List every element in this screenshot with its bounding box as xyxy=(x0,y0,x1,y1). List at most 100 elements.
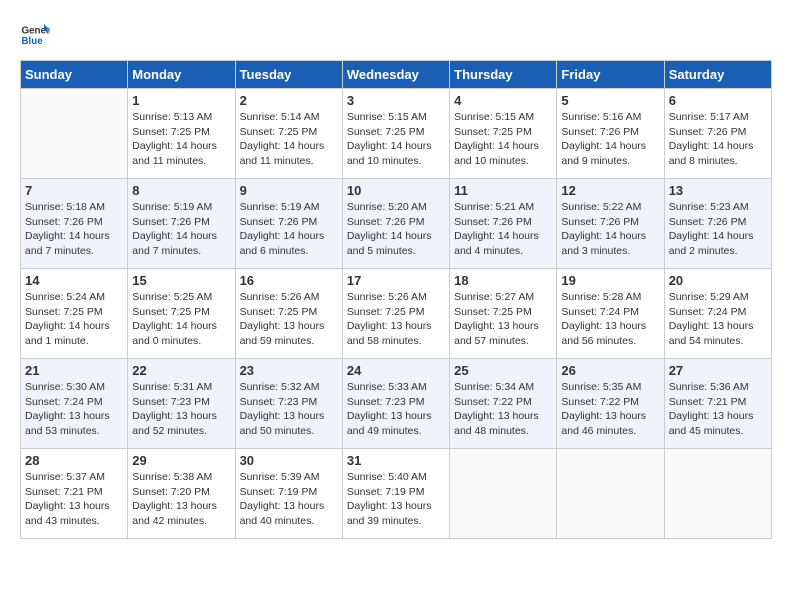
day-number: 2 xyxy=(240,93,338,108)
day-info: Sunrise: 5:28 AM Sunset: 7:24 PM Dayligh… xyxy=(561,290,659,349)
calendar-day-cell: 3 Sunrise: 5:15 AM Sunset: 7:25 PM Daylig… xyxy=(342,89,449,179)
calendar-day-cell: 30 Sunrise: 5:39 AM Sunset: 7:19 PM Dayli… xyxy=(235,449,342,539)
calendar-day-cell: 27Sunrise: 5:36 AM Sunset: 7:21 PM Dayli… xyxy=(664,359,771,449)
calendar-day-cell: 12 Sunrise: 5:22 AM Sunset: 7:26 PM Dayli… xyxy=(557,179,664,269)
calendar-day-cell: 24 Sunrise: 5:33 AM Sunset: 7:23 PM Dayli… xyxy=(342,359,449,449)
day-info: Sunrise: 5:15 AM Sunset: 7:25 PM Dayligh… xyxy=(454,110,552,169)
calendar-day-cell: 25Sunrise: 5:34 AM Sunset: 7:22 PM Dayli… xyxy=(450,359,557,449)
day-info: Sunrise: 5:29 AM Sunset: 7:24 PM Dayligh… xyxy=(669,290,767,349)
calendar-week-row: 1 Sunrise: 5:13 AM Sunset: 7:25 PM Daylig… xyxy=(21,89,772,179)
day-number: 8 xyxy=(132,183,230,198)
day-info: Sunrise: 5:19 AM Sunset: 7:26 PM Dayligh… xyxy=(240,200,338,259)
calendar-day-cell: 11Sunrise: 5:21 AM Sunset: 7:26 PM Dayli… xyxy=(450,179,557,269)
day-number: 29 xyxy=(132,453,230,468)
calendar-day-cell: 23 Sunrise: 5:32 AM Sunset: 7:23 PM Dayli… xyxy=(235,359,342,449)
day-info: Sunrise: 5:16 AM Sunset: 7:26 PM Dayligh… xyxy=(561,110,659,169)
day-number: 16 xyxy=(240,273,338,288)
calendar-day-cell: 10 Sunrise: 5:20 AM Sunset: 7:26 PM Dayli… xyxy=(342,179,449,269)
day-number: 24 xyxy=(347,363,445,378)
day-number: 23 xyxy=(240,363,338,378)
day-info: Sunrise: 5:26 AM Sunset: 7:25 PM Dayligh… xyxy=(240,290,338,349)
day-number: 6 xyxy=(669,93,767,108)
day-number: 17 xyxy=(347,273,445,288)
day-info: Sunrise: 5:22 AM Sunset: 7:26 PM Dayligh… xyxy=(561,200,659,259)
calendar-day-cell: 1 Sunrise: 5:13 AM Sunset: 7:25 PM Daylig… xyxy=(128,89,235,179)
calendar-day-cell: 22 Sunrise: 5:31 AM Sunset: 7:23 PM Dayli… xyxy=(128,359,235,449)
weekday-header-wednesday: Wednesday xyxy=(342,61,449,89)
day-info: Sunrise: 5:39 AM Sunset: 7:19 PM Dayligh… xyxy=(240,470,338,529)
day-number: 12 xyxy=(561,183,659,198)
weekday-header-sunday: Sunday xyxy=(21,61,128,89)
calendar-day-cell: 13 Sunrise: 5:23 AM Sunset: 7:26 PM Dayli… xyxy=(664,179,771,269)
calendar-day-cell: 2 Sunrise: 5:14 AM Sunset: 7:25 PM Daylig… xyxy=(235,89,342,179)
day-info: Sunrise: 5:20 AM Sunset: 7:26 PM Dayligh… xyxy=(347,200,445,259)
calendar-day-cell: 15 Sunrise: 5:25 AM Sunset: 7:25 PM Dayli… xyxy=(128,269,235,359)
day-number: 13 xyxy=(669,183,767,198)
day-info: Sunrise: 5:17 AM Sunset: 7:26 PM Dayligh… xyxy=(669,110,767,169)
calendar-day-cell: 4 Sunrise: 5:15 AM Sunset: 7:25 PM Daylig… xyxy=(450,89,557,179)
day-number: 3 xyxy=(347,93,445,108)
weekday-header-friday: Friday xyxy=(557,61,664,89)
day-info: Sunrise: 5:35 AM Sunset: 7:22 PM Dayligh… xyxy=(561,380,659,439)
calendar-table: SundayMondayTuesdayWednesdayThursdayFrid… xyxy=(20,60,772,539)
logo: General Blue xyxy=(20,20,54,50)
calendar-day-cell: 18 Sunrise: 5:27 AM Sunset: 7:25 PM Dayli… xyxy=(450,269,557,359)
day-info: Sunrise: 5:14 AM Sunset: 7:25 PM Dayligh… xyxy=(240,110,338,169)
calendar-day-cell: 21Sunrise: 5:30 AM Sunset: 7:24 PM Dayli… xyxy=(21,359,128,449)
day-number: 31 xyxy=(347,453,445,468)
day-info: Sunrise: 5:27 AM Sunset: 7:25 PM Dayligh… xyxy=(454,290,552,349)
weekday-header-saturday: Saturday xyxy=(664,61,771,89)
calendar-day-cell: 19Sunrise: 5:28 AM Sunset: 7:24 PM Dayli… xyxy=(557,269,664,359)
weekday-header-thursday: Thursday xyxy=(450,61,557,89)
day-number: 9 xyxy=(240,183,338,198)
calendar-day-cell xyxy=(450,449,557,539)
calendar-day-cell: 20 Sunrise: 5:29 AM Sunset: 7:24 PM Dayli… xyxy=(664,269,771,359)
calendar-week-row: 14Sunrise: 5:24 AM Sunset: 7:25 PM Dayli… xyxy=(21,269,772,359)
day-number: 30 xyxy=(240,453,338,468)
day-number: 20 xyxy=(669,273,767,288)
calendar-day-cell: 16 Sunrise: 5:26 AM Sunset: 7:25 PM Dayli… xyxy=(235,269,342,359)
calendar-day-cell: 28Sunrise: 5:37 AM Sunset: 7:21 PM Dayli… xyxy=(21,449,128,539)
weekday-header-monday: Monday xyxy=(128,61,235,89)
day-number: 5 xyxy=(561,93,659,108)
page-header: General Blue xyxy=(20,20,772,50)
day-number: 27 xyxy=(669,363,767,378)
day-number: 1 xyxy=(132,93,230,108)
calendar-day-cell xyxy=(557,449,664,539)
calendar-day-cell: 8 Sunrise: 5:19 AM Sunset: 7:26 PM Daylig… xyxy=(128,179,235,269)
day-number: 25 xyxy=(454,363,552,378)
calendar-day-cell: 5 Sunrise: 5:16 AM Sunset: 7:26 PM Daylig… xyxy=(557,89,664,179)
day-info: Sunrise: 5:40 AM Sunset: 7:19 PM Dayligh… xyxy=(347,470,445,529)
calendar-week-row: 21Sunrise: 5:30 AM Sunset: 7:24 PM Dayli… xyxy=(21,359,772,449)
day-number: 14 xyxy=(25,273,123,288)
calendar-day-cell: 29 Sunrise: 5:38 AM Sunset: 7:20 PM Dayli… xyxy=(128,449,235,539)
logo-icon: General Blue xyxy=(20,20,50,50)
day-info: Sunrise: 5:38 AM Sunset: 7:20 PM Dayligh… xyxy=(132,470,230,529)
weekday-header-tuesday: Tuesday xyxy=(235,61,342,89)
calendar-day-cell: 26Sunrise: 5:35 AM Sunset: 7:22 PM Dayli… xyxy=(557,359,664,449)
day-info: Sunrise: 5:13 AM Sunset: 7:25 PM Dayligh… xyxy=(132,110,230,169)
calendar-week-row: 28Sunrise: 5:37 AM Sunset: 7:21 PM Dayli… xyxy=(21,449,772,539)
day-info: Sunrise: 5:18 AM Sunset: 7:26 PM Dayligh… xyxy=(25,200,123,259)
day-number: 18 xyxy=(454,273,552,288)
day-number: 22 xyxy=(132,363,230,378)
day-number: 7 xyxy=(25,183,123,198)
weekday-header-row: SundayMondayTuesdayWednesdayThursdayFrid… xyxy=(21,61,772,89)
day-number: 11 xyxy=(454,183,552,198)
day-info: Sunrise: 5:25 AM Sunset: 7:25 PM Dayligh… xyxy=(132,290,230,349)
day-info: Sunrise: 5:23 AM Sunset: 7:26 PM Dayligh… xyxy=(669,200,767,259)
day-info: Sunrise: 5:19 AM Sunset: 7:26 PM Dayligh… xyxy=(132,200,230,259)
day-number: 10 xyxy=(347,183,445,198)
svg-text:Blue: Blue xyxy=(22,36,44,47)
day-info: Sunrise: 5:31 AM Sunset: 7:23 PM Dayligh… xyxy=(132,380,230,439)
calendar-day-cell: 7 Sunrise: 5:18 AM Sunset: 7:26 PM Daylig… xyxy=(21,179,128,269)
calendar-day-cell xyxy=(664,449,771,539)
calendar-day-cell: 17Sunrise: 5:26 AM Sunset: 7:25 PM Dayli… xyxy=(342,269,449,359)
day-number: 21 xyxy=(25,363,123,378)
day-number: 4 xyxy=(454,93,552,108)
day-info: Sunrise: 5:33 AM Sunset: 7:23 PM Dayligh… xyxy=(347,380,445,439)
day-info: Sunrise: 5:32 AM Sunset: 7:23 PM Dayligh… xyxy=(240,380,338,439)
day-number: 15 xyxy=(132,273,230,288)
day-info: Sunrise: 5:15 AM Sunset: 7:25 PM Dayligh… xyxy=(347,110,445,169)
day-number: 28 xyxy=(25,453,123,468)
